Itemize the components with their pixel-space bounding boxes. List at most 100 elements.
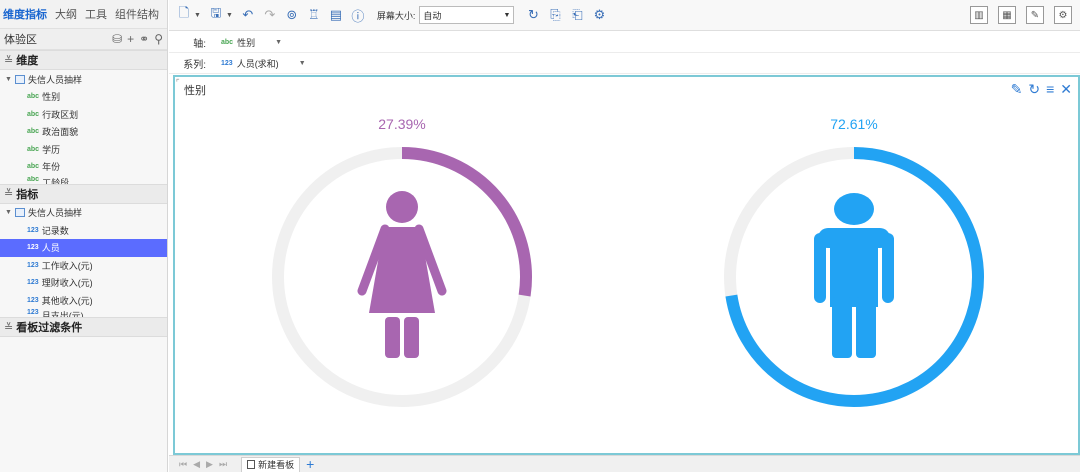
dimension-label: 行政区划 <box>42 109 79 120</box>
first-sheet-icon[interactable]: ⏮ <box>179 459 187 470</box>
add-sheet-icon[interactable]: + <box>306 457 314 471</box>
text-type-icon: abc <box>27 93 40 101</box>
axis-row: 轴: abc 性别 ▼ <box>169 32 1080 53</box>
measure-label: 人员 <box>41 243 60 254</box>
measure-item-work-income[interactable]: 123 工作收入(元) <box>0 257 167 275</box>
dataset-icon[interactable]: ⛁ <box>112 32 122 46</box>
text-type-icon: abc <box>221 38 234 46</box>
dimensions-tree-root[interactable]: ▼ 失信人员抽样 <box>0 70 167 88</box>
dimension-item-year[interactable]: abc 年份 <box>0 158 167 176</box>
sheet-icon <box>247 460 256 469</box>
dimensions-title: 维度 <box>16 55 39 67</box>
male-figure-icon <box>814 193 894 358</box>
measures-title: 指标 <box>16 188 39 201</box>
dimension-item-region[interactable]: abc 行政区划 <box>0 106 167 124</box>
dimension-item-gender[interactable]: abc 性别 <box>0 88 167 106</box>
measure-label: 记录数 <box>41 225 69 236</box>
sheet-bar: ⏮ ◀ ▶ ⏭ 新建看板 + <box>169 455 1080 472</box>
gear-icon[interactable]: ⚙ <box>1054 6 1072 24</box>
properties-icon[interactable]: ▤ <box>327 6 345 24</box>
measure-item-finance-income[interactable]: 123 理财收入(元) <box>0 274 167 292</box>
dataset-cube-icon <box>14 208 25 217</box>
chevron-down-icon[interactable]: ▼ <box>275 39 282 46</box>
expand-triangle-icon: ▼ <box>5 75 12 83</box>
last-sheet-icon[interactable]: ⏭ <box>219 459 227 470</box>
collapse-chevron-icon: ≚ <box>4 188 14 200</box>
series-row: 系列: 123 人员(求和) ▼ <box>169 53 1080 74</box>
measure-label: 理财收入(元) <box>41 278 93 289</box>
text-type-icon: abc <box>27 163 40 171</box>
undo-icon[interactable]: ↶ <box>239 6 257 24</box>
redo-icon[interactable]: ↷ <box>261 6 279 24</box>
chart-panel[interactable]: ⌜ 性别 ✎ ↻ ≡ ✕ 27.39% 72.61% <box>173 75 1080 455</box>
measure-item-other-income[interactable]: 123 其他收入(元) <box>0 292 167 310</box>
text-type-icon: abc <box>27 175 40 183</box>
measure-item-monthly-expense[interactable]: 123 月支出(元) <box>0 309 167 317</box>
new-dashboard-icon[interactable]: 🗋 <box>175 5 193 24</box>
chevron-down-icon[interactable]: ▼ <box>194 12 201 19</box>
dimension-item-education[interactable]: abc 学历 <box>0 141 167 159</box>
female-figure-icon <box>357 191 447 358</box>
info-icon[interactable]: ⓘ <box>349 6 367 24</box>
measure-item-persons[interactable]: 123 人员 <box>0 239 167 257</box>
grid-layout-icon[interactable]: ▦ <box>998 6 1016 24</box>
sheet-tab[interactable]: 新建看板 <box>241 456 301 472</box>
chevron-down-icon[interactable]: ▼ <box>299 60 306 67</box>
add-icon[interactable]: + <box>127 32 134 46</box>
left-panel: 维度指标 大纲 工具 组件结构 体验区 ⛁ + ⚭ ⚲ ≚ 维度 ▼ 失信人员抽… <box>0 0 168 472</box>
number-type-icon: 123 <box>27 226 39 234</box>
axis-field[interactable]: abc 性别 ▼ <box>221 36 282 49</box>
search-icon[interactable]: ⚲ <box>154 32 163 46</box>
filters-section-header[interactable]: ≚ 看板过滤条件 <box>0 317 167 337</box>
tab-outline[interactable]: 大纲 <box>55 6 77 22</box>
screen-size-label: 屏幕大小: <box>376 10 416 21</box>
import-icon[interactable]: ⎗ <box>568 6 586 24</box>
prev-sheet-icon[interactable]: ◀ <box>193 459 200 470</box>
collapse-chevron-icon: ≚ <box>4 54 14 67</box>
tab-dimension-measure[interactable]: 维度指标 <box>3 6 47 22</box>
number-type-icon: 123 <box>27 244 39 252</box>
link-icon[interactable]: ⚭ <box>139 32 149 46</box>
measures-tree: ▼ 失信人员抽样 123 记录数 123 人员 123 工作收入(元) 123 理财收入… <box>0 204 167 317</box>
series-label: 系列: <box>183 59 206 71</box>
refresh-icon[interactable]: ↻ <box>524 6 542 24</box>
preview-icon[interactable]: ⊚ <box>283 6 301 24</box>
dimensions-tree: ▼ 失信人员抽样 abc 性别 abc 行政区划 abc 政治面貌 abc 学历 abc… <box>0 70 167 184</box>
series-field[interactable]: 123 人员(求和) ▼ <box>221 57 306 70</box>
screen-size-value: 自动 <box>423 10 442 21</box>
dimension-label: 工龄段 <box>42 177 70 184</box>
filters-title: 看板过滤条件 <box>16 322 83 334</box>
settings-icon[interactable]: ⚙ <box>590 6 608 24</box>
tab-component-structure[interactable]: 组件结构 <box>115 6 159 22</box>
dimension-item-political[interactable]: abc 政治面貌 <box>0 123 167 141</box>
tree-root-label: 失信人员抽样 <box>27 74 82 85</box>
number-type-icon: 123 <box>27 279 39 287</box>
save-icon[interactable]: 🖫 <box>207 5 225 24</box>
tab-tools[interactable]: 工具 <box>85 6 107 22</box>
number-type-icon: 123 <box>27 261 39 269</box>
dimension-item-seniority[interactable]: abc 工龄段 <box>0 176 167 184</box>
measure-item-record-count[interactable]: 123 记录数 <box>0 222 167 240</box>
dataset-cube-icon <box>14 74 25 84</box>
text-type-icon: abc <box>27 110 40 118</box>
measure-label: 其他收入(元) <box>41 295 93 306</box>
measures-section-header[interactable]: ≚ 指标 <box>0 183 167 204</box>
chevron-down-icon[interactable]: ▼ <box>226 12 233 19</box>
filter-edit-icon[interactable]: ✎ <box>1026 6 1044 24</box>
collapse-chevron-icon: ≚ <box>4 321 14 334</box>
theme-icon[interactable]: ♖ <box>305 6 323 24</box>
number-type-icon: 123 <box>27 309 39 316</box>
ring-percent-label: 72.61% <box>830 116 877 132</box>
chart-type-icon[interactable]: ▥ <box>970 6 988 24</box>
screen-size-select[interactable]: 自动 ▼ <box>419 6 515 24</box>
measures-tree-root[interactable]: ▼ 失信人员抽样 <box>0 204 167 222</box>
tree-root-label: 失信人员抽样 <box>27 208 82 218</box>
next-sheet-icon[interactable]: ▶ <box>206 459 213 470</box>
measure-label: 工作收入(元) <box>41 260 93 271</box>
export-icon[interactable]: ⎘ <box>546 6 564 24</box>
series-field-label: 人员(求和) <box>236 58 279 69</box>
left-tabbar: 维度指标 大纲 工具 组件结构 <box>0 0 167 29</box>
text-type-icon: abc <box>27 128 40 136</box>
dimensions-section-header[interactable]: ≚ 维度 <box>0 50 167 70</box>
dimension-label: 学历 <box>42 144 61 155</box>
